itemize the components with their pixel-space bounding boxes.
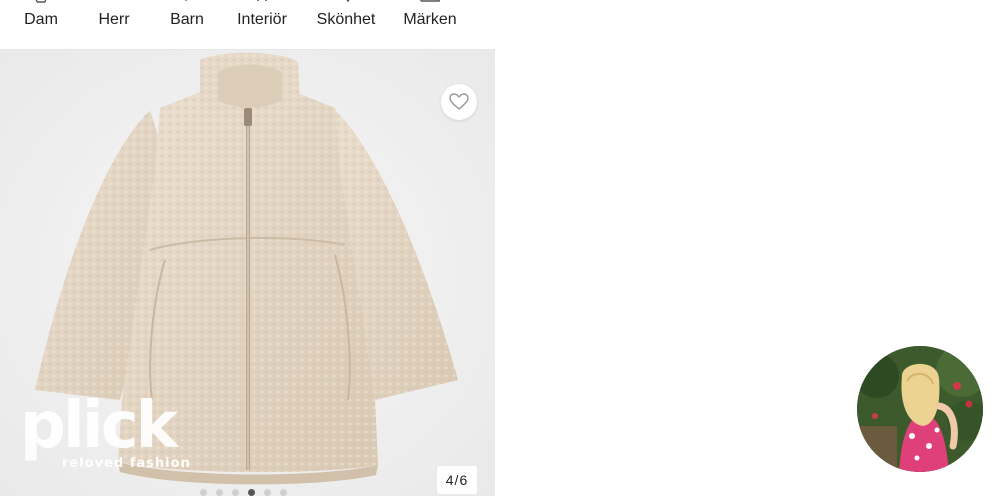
carousel-dot[interactable] — [232, 489, 239, 496]
product-image[interactable]: plick reloved fashion 4/6 — [0, 50, 495, 496]
watermark-tagline: reloved fashion — [62, 456, 191, 471]
plick-watermark: plick reloved fashion — [20, 394, 195, 474]
nav-item-marken[interactable]: Märken — [398, 0, 462, 50]
beauty-icon — [346, 0, 350, 3]
nav-item-dam[interactable]: Dam — [10, 0, 72, 50]
nav-item-label: Märken — [403, 11, 457, 28]
nav-item-label: Herr — [98, 11, 130, 28]
nav-item-label: Interiör — [237, 11, 287, 28]
avatar[interactable] — [857, 346, 983, 472]
women-icon — [35, 0, 47, 3]
category-nav: Dam Herr Barn Interiör Skönhet Märken — [0, 0, 495, 50]
carousel-dots — [200, 489, 287, 496]
kids-icon — [185, 0, 188, 2]
interior-icon — [257, 0, 267, 1]
men-icon — [108, 0, 120, 1]
nav-item-skonhet[interactable]: Skönhet — [308, 0, 384, 50]
carousel-dot-active[interactable] — [248, 489, 255, 496]
nav-item-barn[interactable]: Barn — [156, 0, 218, 50]
avatar-photo — [857, 346, 983, 472]
brands-icon — [420, 0, 440, 2]
nav-item-herr[interactable]: Herr — [83, 0, 145, 50]
nav-item-interior[interactable]: Interiör — [226, 0, 298, 50]
image-counter: 4/6 — [437, 466, 477, 494]
heart-icon — [449, 93, 469, 110]
nav-item-label: Barn — [170, 11, 204, 28]
nav-item-label: Skönhet — [316, 11, 376, 28]
carousel-dot[interactable] — [216, 489, 223, 496]
watermark-brand: plick — [20, 389, 178, 463]
carousel-dot[interactable] — [264, 489, 271, 496]
nav-item-label: Dam — [24, 11, 58, 28]
favorite-button[interactable] — [441, 84, 477, 120]
carousel-dot[interactable] — [200, 489, 207, 496]
carousel-dot[interactable] — [280, 489, 287, 496]
